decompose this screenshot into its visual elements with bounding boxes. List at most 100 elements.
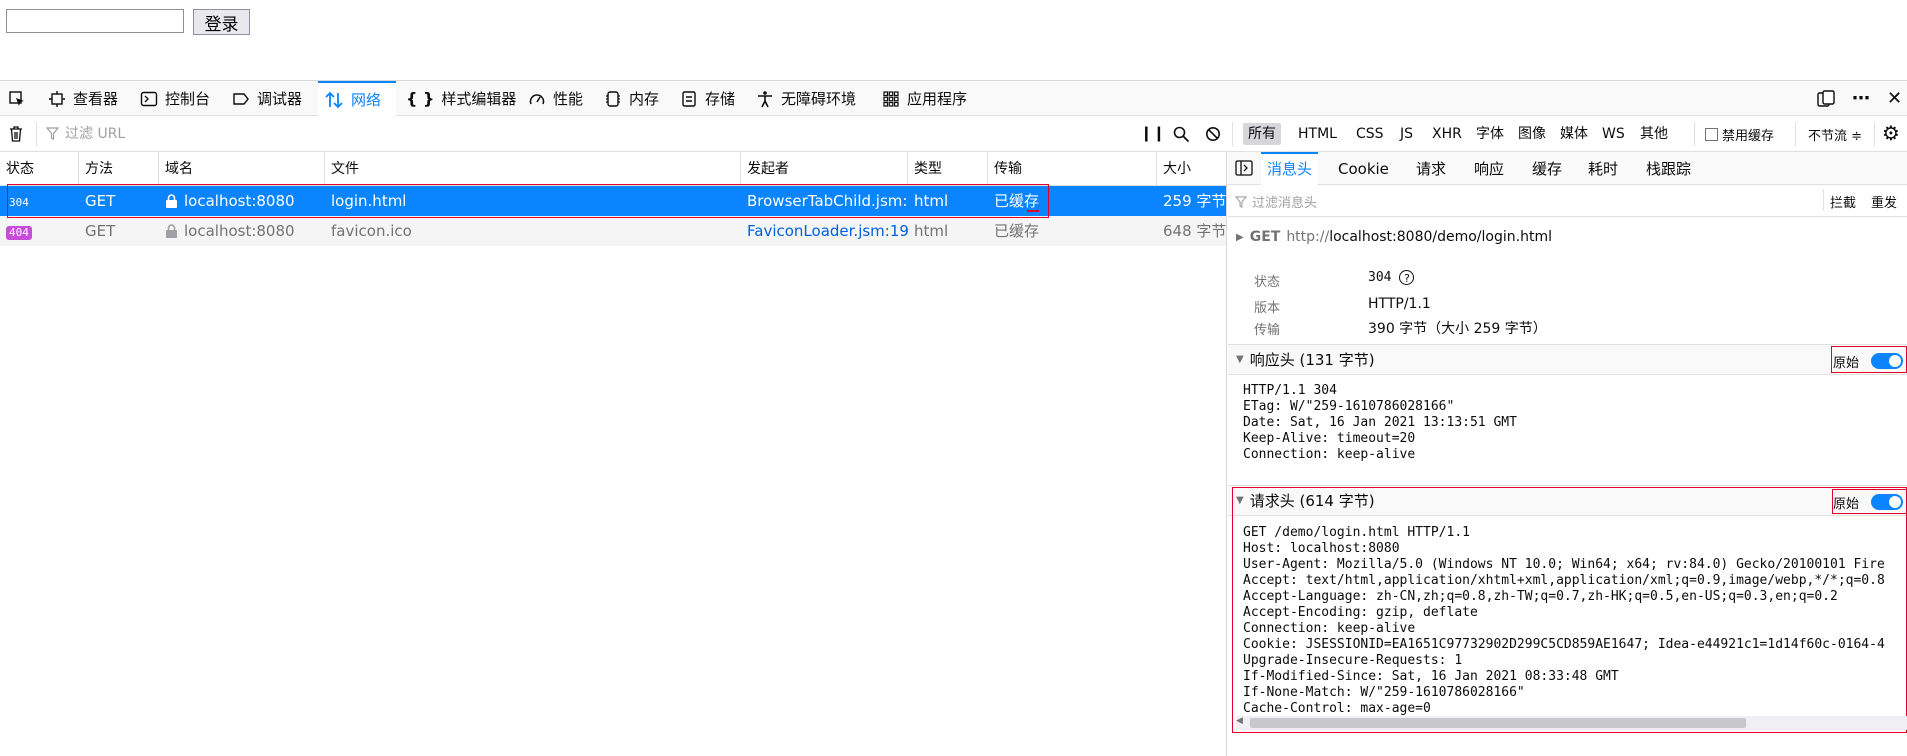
filter-type-js[interactable]: JS [1395,123,1418,145]
raw-toggle[interactable] [1871,353,1903,369]
filter-type-html[interactable]: HTML [1293,123,1342,145]
column-header-type[interactable]: 类型 [908,152,988,185]
transfer-label: 传输 [1254,323,1281,338]
help-icon[interactable]: ? [1399,270,1415,285]
filter-type-fonts[interactable]: 字体 [1471,123,1509,145]
highlight-mark [1027,210,1039,212]
scrollbar-thumb[interactable] [1250,718,1746,728]
status-value: 304 [1368,270,1392,285]
headers-filter-input[interactable]: 过滤消息头 [1235,192,1317,211]
login-button[interactable]: 登录 [193,9,250,35]
tab-cookies[interactable]: Cookie [1332,152,1395,184]
tab-cache[interactable]: 缓存 [1526,152,1568,184]
trash-icon[interactable] [7,125,25,143]
raw-toggle[interactable] [1871,494,1903,510]
dock-side-icon[interactable] [1816,89,1836,108]
tab-style-editor[interactable]: { } 样式编辑器 [400,81,522,116]
filter-type-other[interactable]: 其他 [1635,123,1673,145]
table-row[interactable]: 404 GET localhost:8080 favicon.ico Favic… [0,216,1226,246]
request-url: localhost:8080/demo/login.html [1329,229,1552,245]
row-file: favicon.ico [331,222,412,240]
tab-debugger[interactable]: 调试器 [226,81,308,116]
storage-icon [682,90,696,107]
tab-accessibility[interactable]: 无障碍环境 [750,81,862,116]
request-table: 状态 方法 域名 文件 发起者 类型 传输 大小 304 GET localho… [0,152,1227,756]
tab-inspector[interactable]: 查看器 [42,81,124,116]
login-text-input[interactable] [6,9,184,33]
tab-request[interactable]: 请求 [1410,152,1452,184]
tab-response[interactable]: 响应 [1468,152,1510,184]
tab-storage[interactable]: 存储 [674,81,741,116]
more-options-icon[interactable]: ⋯ [1852,88,1871,109]
header-line: Accept-Encoding: gzip, deflate [1243,605,1478,620]
resend-button[interactable]: 重发 [1871,192,1897,211]
element-picker-icon [9,90,24,106]
close-icon[interactable]: ✕ [1887,88,1902,109]
transfer-value: 390 字节（大小 259 字节） [1368,321,1547,337]
tab-network[interactable]: 网络 [318,81,396,116]
header-line: HTTP/1.1 304 [1243,383,1337,398]
tab-performance[interactable]: 性能 [522,81,589,116]
scroll-left-arrow-icon[interactable]: ◀ [1236,716,1243,726]
accessibility-icon [758,90,772,107]
request-headers-header[interactable]: ▼ 请求头 (614 字节) 原始 [1228,485,1907,516]
horizontal-scrollbar[interactable]: ◀ [1236,716,1907,730]
throttle-select[interactable]: 不节流 ≑ [1808,125,1862,144]
tab-application[interactable]: 应用程序 [876,81,973,116]
request-headers-raw: GET /demo/login.html HTTP/1.1 Host: local… [1243,525,1903,717]
divider [1694,122,1695,146]
filter-type-media[interactable]: 媒体 [1555,123,1593,145]
header-line: Keep-Alive: timeout=20 [1243,431,1416,446]
filter-type-all[interactable]: 所有 [1243,123,1281,145]
url-filter-placeholder: 过滤 URL [65,126,126,142]
tab-label: 调试器 [257,90,303,108]
block-button[interactable]: 拦截 [1830,192,1856,211]
element-picker-button[interactable] [0,81,34,116]
search-icon[interactable] [1172,125,1190,143]
checkbox-box[interactable] [1705,128,1718,141]
row-method: GET [85,222,116,240]
header-line: Accept-Language: zh-CN,zh;q=0.8,zh-TW;q=… [1243,589,1838,604]
toggle-sidebar-icon[interactable] [1235,160,1253,176]
row-transfer: 已缓存 [994,192,1040,210]
block-requests-icon[interactable] [1205,126,1221,142]
column-header-initiator[interactable]: 发起者 [741,152,908,185]
pause-icon[interactable]: ❙❙ [1140,124,1165,142]
column-header-method[interactable]: 方法 [79,152,159,185]
tab-headers[interactable]: 消息头 [1261,152,1319,186]
devtools-toolbar: 查看器 控制台 调试器 网络 { } 样式编辑器 性能 内存 存储 无障碍环境 … [0,80,1907,116]
tab-stack-trace[interactable]: 栈跟踪 [1640,152,1697,184]
details-tabs: 消息头 Cookie 请求 响应 缓存 耗时 栈跟踪 [1228,152,1907,186]
response-headers-header[interactable]: ▼ 响应头 (131 字节) 原始 [1228,344,1907,375]
row-domain: localhost:8080 [184,192,295,210]
disable-cache-checkbox[interactable]: 禁用缓存 [1705,125,1774,144]
style-editor-icon: { } [406,89,435,108]
filter-type-xhr[interactable]: XHR [1427,123,1467,145]
filter-type-images[interactable]: 图像 [1513,123,1551,145]
request-details-panel: 消息头 Cookie 请求 响应 缓存 耗时 栈跟踪 过滤消息头 拦截 重发 ▶… [1228,152,1907,756]
header-line: If-Modified-Since: Sat, 16 Jan 2021 08:3… [1243,669,1619,684]
tab-timings[interactable]: 耗时 [1582,152,1624,184]
header-line: ETag: W/"259-1610786028166" [1243,399,1455,414]
row-type: html [914,222,949,240]
filter-type-css[interactable]: CSS [1351,123,1389,145]
divider [1874,122,1875,146]
row-initiator[interactable]: BrowserTabChild.jsm:... [741,186,908,216]
column-header-domain[interactable]: 域名 [159,152,325,185]
request-url-line[interactable]: ▶ GET http://localhost:8080/demo/login.h… [1236,229,1552,245]
column-header-file[interactable]: 文件 [325,152,741,185]
filter-type-ws[interactable]: WS [1597,123,1630,145]
performance-icon [529,93,545,104]
row-file: login.html [331,192,407,210]
row-initiator[interactable]: FaviconLoader.jsm:19... [741,216,908,246]
column-header-transfer[interactable]: 传输 [988,152,1157,185]
tab-console[interactable]: 控制台 [134,81,216,116]
table-row[interactable]: 304 GET localhost:8080 login.html Browse… [0,186,1226,216]
column-header-size[interactable]: 大小 [1157,152,1226,185]
column-header-status[interactable]: 状态 [0,152,79,185]
tab-memory[interactable]: 内存 [598,81,665,116]
filter-icon [46,126,59,140]
url-filter-input[interactable]: 过滤 URL [46,123,125,143]
settings-gear-icon[interactable]: ⚙ [1882,121,1900,145]
version-value: HTTP/1.1 [1368,296,1431,312]
